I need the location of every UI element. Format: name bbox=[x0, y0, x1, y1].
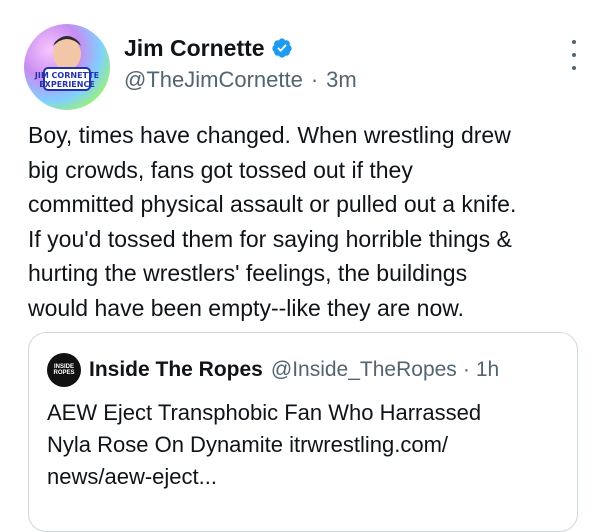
more-dot bbox=[572, 66, 576, 70]
tweet-line: would have been empty--like they are now… bbox=[28, 294, 464, 321]
tweet-line: committed physical assault or pulled out… bbox=[28, 191, 517, 217]
tweet-line: big crowds, fans got tossed out if they bbox=[28, 156, 413, 183]
quoted-author-handle[interactable]: @Inside_TheRopes bbox=[271, 358, 457, 382]
author-avatar[interactable]: JIM CORNETTE EXPERIENCE bbox=[24, 24, 110, 110]
author-display-name[interactable]: Jim Cornette bbox=[124, 34, 265, 62]
tweet-text: Boy, times have changed. When wrestling … bbox=[28, 118, 588, 325]
quoted-tweet-header: INSIDE ROPES Inside The Ropes @Inside_Th… bbox=[47, 353, 499, 387]
more-dot bbox=[572, 40, 576, 44]
author-name-row: Jim Cornette bbox=[124, 34, 293, 62]
svg-text:JIM CORNETTE: JIM CORNETTE bbox=[34, 71, 99, 80]
svg-text:EXPERIENCE: EXPERIENCE bbox=[39, 80, 95, 89]
quoted-timestamp[interactable]: 1h bbox=[476, 358, 499, 382]
avatar-image: JIM CORNETTE EXPERIENCE bbox=[34, 36, 99, 91]
quoted-tweet-text: AEW Eject Transphobic Fan Who Harrassed … bbox=[47, 397, 567, 493]
quoted-author-name[interactable]: Inside The Ropes bbox=[89, 358, 263, 382]
quoted-line: news/aew-eject... bbox=[47, 464, 217, 489]
author-handle[interactable]: @TheJimCornette bbox=[124, 66, 303, 94]
quoted-author-meta: @Inside_TheRopes · 1h bbox=[271, 358, 499, 382]
tweet-line: Boy, times have changed. When wrestling … bbox=[28, 122, 511, 148]
more-dot bbox=[572, 53, 576, 57]
author-handle-row: @TheJimCornette · 3m bbox=[124, 66, 357, 94]
more-options-icon[interactable] bbox=[568, 40, 580, 70]
tweet-timestamp[interactable]: 3m bbox=[326, 66, 357, 94]
quoted-line: Nyla Rose On Dynamite itrwrestling.com/ bbox=[47, 432, 449, 457]
verified-badge-icon bbox=[271, 38, 292, 58]
separator-dot: · bbox=[462, 358, 470, 381]
tweet-line: hurting the wrestlers' feelings, the bui… bbox=[28, 260, 468, 286]
tweet-line: If you'd tossed them for saying horrible… bbox=[28, 225, 512, 252]
quoted-line: AEW Eject Transphobic Fan Who Harrassed bbox=[47, 400, 482, 425]
separator-dot: · bbox=[310, 67, 319, 92]
quoted-tweet-card[interactable]: INSIDE ROPES Inside The Ropes @Inside_Th… bbox=[28, 332, 578, 532]
quoted-author-avatar[interactable]: INSIDE ROPES bbox=[47, 353, 81, 387]
